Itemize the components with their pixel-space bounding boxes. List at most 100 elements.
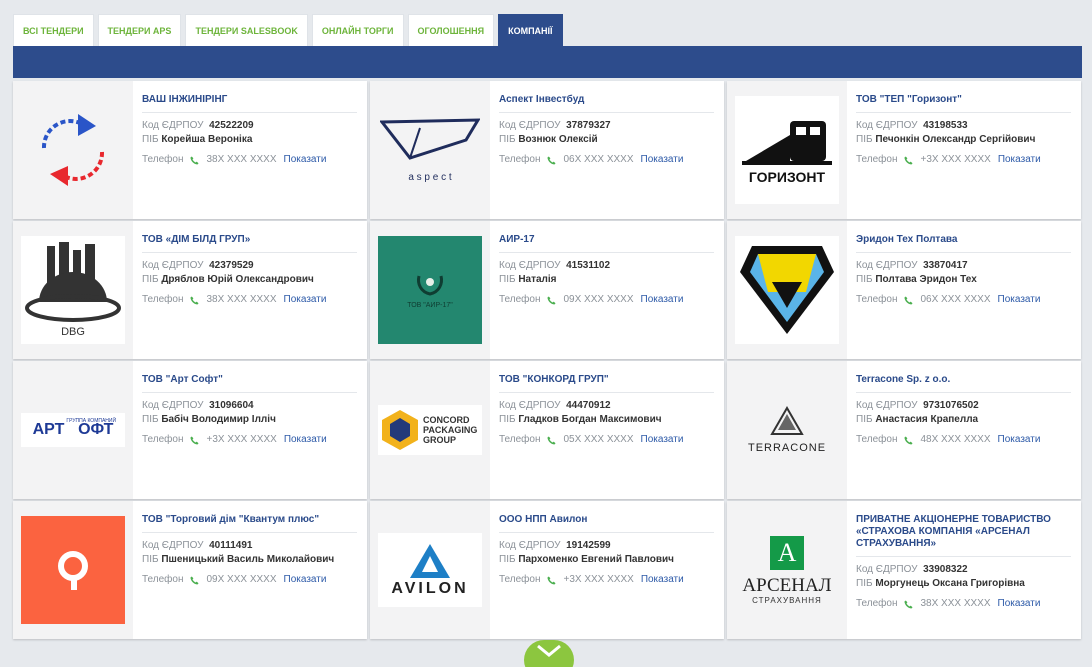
edrpou-row: Код ЄДРПОУ 42522209 [142,119,357,133]
company-logo: CONCORD PACKAGING GROUP [378,376,482,484]
pib-value: Моргунець Оксана Григорівна [875,578,1025,589]
company-grid: ВАШ ІНЖИНІРІНГ Код ЄДРПОУ 42522209 ПІБ К… [13,81,1081,639]
pib-label: ПІБ [856,578,873,589]
show-phone-link[interactable]: Показати [641,153,684,167]
phone-row: Телефон 09X XXX XXXX Показати [142,573,357,587]
company-name[interactable]: Эридон Тех Полтава [856,234,1071,253]
concord-cube-icon [382,410,418,450]
arsenal-a-icon: A [770,535,804,570]
phone-row: Телефон 38X XXX XXXX Показати [142,293,357,307]
phone-icon [904,435,914,445]
edrpou-value: 42379529 [209,260,254,271]
show-phone-link[interactable]: Показати [998,293,1041,307]
pib-label: ПІБ [142,134,159,145]
company-card[interactable]: a s p e c t Аспект Інвестбуд Код ЄДРПОУ … [370,81,724,219]
pib-label: ПІБ [856,414,873,425]
edrpou-label: Код ЄДРПОУ [142,120,204,131]
pib-row: ПІБ Гладков Богдан Максимович [499,413,714,427]
train-icon [742,121,832,165]
art-logo-text: АРТ [32,421,65,438]
company-card[interactable]: ТОВ "АИР-17" АИР-17 Код ЄДРПОУ 41531102 … [370,221,724,359]
pib-label: ПІБ [856,274,873,285]
company-card[interactable]: ТОВ "Торговий дім "Квантум плюс" Код ЄДР… [13,501,367,639]
company-card[interactable]: A АРСЕНАЛ СТРАХУВАННЯ ПРИВАТНЕ АКЦІОНЕРН… [727,501,1081,639]
tab-bar: Всі тендери Тендери APS Тендери SalesBoo… [13,14,563,46]
show-phone-link[interactable]: Показати [284,293,327,307]
company-name[interactable]: ТОВ "Торговий дім "Квантум плюс" [142,514,357,533]
company-logo-box: CONCORD PACKAGING GROUP [370,361,490,499]
phone-label: Телефон [142,154,184,165]
show-phone-link[interactable]: Показати [284,153,327,167]
company-card[interactable]: ВАШ ІНЖИНІРІНГ Код ЄДРПОУ 42522209 ПІБ К… [13,81,367,219]
company-name[interactable]: ВАШ ІНЖИНІРІНГ [142,94,357,113]
edrpou-row: Код ЄДРПОУ 44470912 [499,399,714,413]
edrpou-value: 42522209 [209,120,254,131]
tab-all-tenders[interactable]: Всі тендери [13,14,94,46]
edrpou-row: Код ЄДРПОУ 40111491 [142,539,357,553]
company-name[interactable]: Аспект Інвестбуд [499,94,714,113]
show-phone-link[interactable]: Показати [998,153,1041,167]
company-name[interactable]: АИР-17 [499,234,714,253]
tab-salesbook-tenders[interactable]: Тендери SalesBook [185,14,308,46]
pib-value: Анастасия Крапелла [875,414,979,425]
aspect-logo-text: a s p e c t [408,171,452,183]
edrpou-label: Код ЄДРПОУ [856,120,918,131]
company-card[interactable]: Эридон Тех Полтава Код ЄДРПОУ 33870417 П… [727,221,1081,359]
tab-online-auctions[interactable]: Онлайн торги [311,14,404,46]
phone-row: Телефон 06X XXX XXXX Показати [499,153,714,167]
pib-row: ПІБ Вознюк Олексій [499,133,714,147]
phone-value: 38X XXX XXXX [920,598,991,609]
phone-row: Телефон +3X XXX XXXX Показати [499,573,714,587]
show-phone-link[interactable]: Показати [284,433,327,447]
company-card[interactable]: CONCORD PACKAGING GROUP ТОВ "КОНКОРД ГРУ… [370,361,724,499]
company-name[interactable]: ПРИВАТНЕ АКЦІОНЕРНЕ ТОВАРИСТВО «СТРАХОВА… [856,514,1071,557]
edrpou-label: Код ЄДРПОУ [499,260,561,271]
arsenal-sub-text: СТРАХУВАННЯ [752,595,822,605]
tab-companies[interactable]: Компанії [498,14,563,46]
phone-icon [190,155,200,165]
show-phone-link[interactable]: Показати [641,573,684,587]
company-name[interactable]: ТОВ "ТЕП "Горизонт" [856,94,1071,113]
company-card[interactable]: АРТ ГРУППА КОМПАНИЙ ОФТ ТОВ "Арт Софт" К… [13,361,367,499]
laurel-icon [417,275,443,296]
tab-announcements[interactable]: Оголошення [407,14,495,46]
edrpou-value: 41531102 [566,260,611,271]
edrpou-value: 19142599 [566,540,611,551]
company-card[interactable]: DBG ТОВ «ДІМ БІЛД ГРУП» Код ЄДРПОУ 42379… [13,221,367,359]
phone-label: Телефон [142,434,184,445]
pib-label: ПІБ [499,554,516,565]
show-phone-link[interactable]: Показати [998,433,1041,447]
phone-value: +3X XXX XXXX [563,574,634,585]
company-card[interactable]: AVILON ООО НПП Авилон Код ЄДРПОУ 1914259… [370,501,724,639]
edrpou-label: Код ЄДРПОУ [856,564,918,575]
company-name[interactable]: ООО НПП Авилон [499,514,714,533]
quantum-q-icon [58,551,88,590]
company-card[interactable]: TERRACONE Terracone Sp. z o.o. Код ЄДРПО… [727,361,1081,499]
tab-aps-tenders[interactable]: Тендери APS [97,14,182,46]
edrpou-value: 9731076502 [923,400,979,411]
company-logo [21,96,125,204]
company-name[interactable]: ТОВ "Арт Софт" [142,374,357,393]
air-logo-text: ТОВ "АИР-17" [407,301,453,309]
avilon-a-icon [410,544,450,578]
show-phone-link[interactable]: Показати [998,597,1041,611]
company-name[interactable]: ТОВ "КОНКОРД ГРУП" [499,374,714,393]
show-phone-link[interactable]: Показати [284,573,327,587]
art-soft-text: ОФТ [78,421,114,438]
company-card[interactable]: ГОРИЗОНТ ТОВ "ТЕП "Горизонт" Код ЄДРПОУ … [727,81,1081,219]
pib-value: Гладков Богдан Максимович [518,414,662,425]
company-name[interactable]: Terracone Sp. z o.o. [856,374,1071,393]
pib-row: ПІБ Дряблов Юрій Олександрович [142,273,357,287]
company-logo-box [13,501,133,639]
pib-label: ПІБ [499,274,516,285]
phone-value: 38X XXX XXXX [206,294,277,305]
pib-row: ПІБ Пархоменко Евгений Павлович [499,553,714,567]
company-name[interactable]: ТОВ «ДІМ БІЛД ГРУП» [142,234,357,253]
show-phone-link[interactable]: Показати [641,433,684,447]
edrpou-row: Код ЄДРПОУ 37879327 [499,119,714,133]
show-phone-link[interactable]: Показати [641,293,684,307]
phone-label: Телефон [499,154,541,165]
load-more-button[interactable] [524,640,574,667]
edrpou-label: Код ЄДРПОУ [142,260,204,271]
pib-row: ПІБ Бабіч Володимир Ілліч [142,413,357,427]
